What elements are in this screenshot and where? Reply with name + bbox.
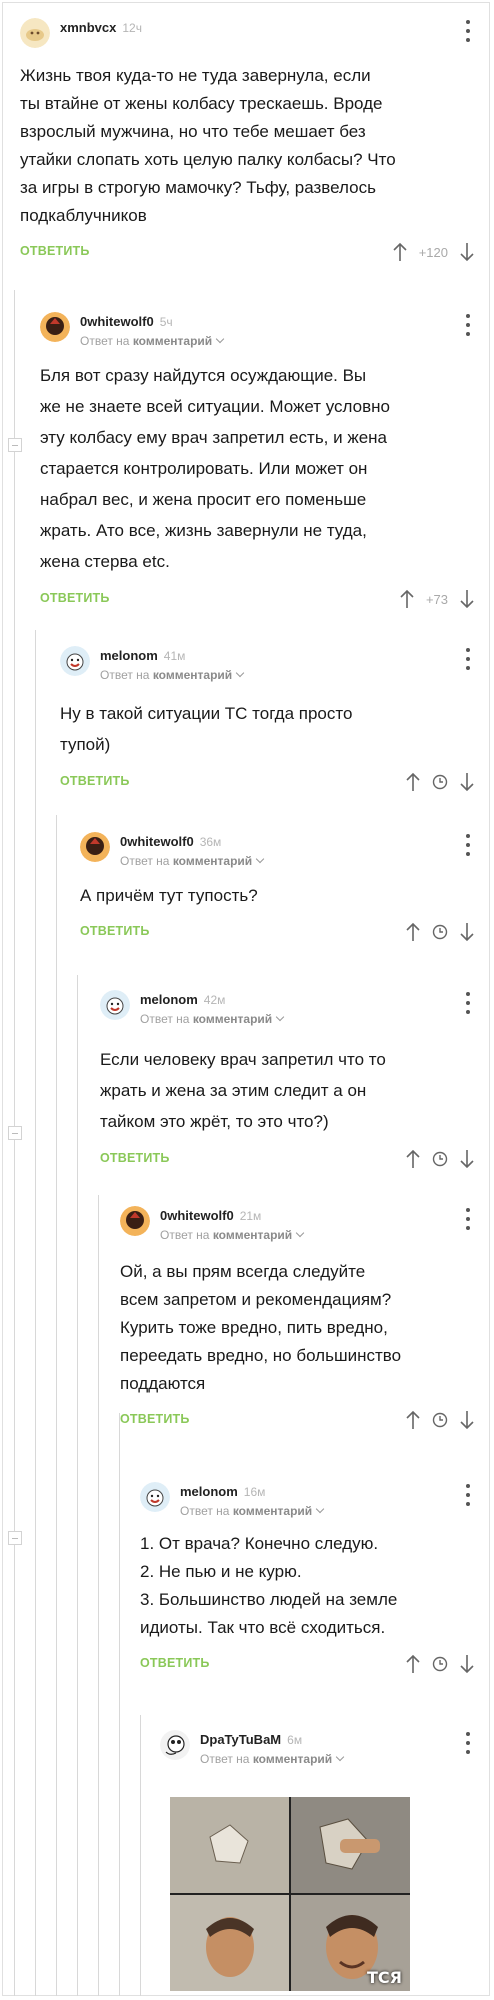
reply-to[interactable]: Ответ на комментарий <box>200 1752 345 1766</box>
comment-text: Жизнь твоя куда-то не туда завернула, ес… <box>20 66 396 225</box>
username[interactable]: melonom <box>140 992 198 1007</box>
timestamp[interactable]: 6м <box>287 1733 302 1747</box>
thread-line[interactable] <box>119 1413 120 1996</box>
reply-to[interactable]: Ответ на комментарий <box>120 854 265 868</box>
reply-button[interactable]: ОТВЕТИТЬ <box>100 1151 170 1165</box>
thread-line[interactable] <box>98 1195 99 1996</box>
more-icon[interactable] <box>462 834 474 856</box>
upvote-icon[interactable] <box>406 1410 420 1430</box>
comment-text: Ну в такой ситуации ТС тогда просто тупой… <box>60 704 353 754</box>
comment-text: Ой, а вы прям всегда следуйте всем запрет… <box>120 1262 402 1393</box>
clock-icon <box>432 1656 448 1672</box>
comment: melonom 41м Ответ на комментарий Ну в так… <box>60 646 474 796</box>
reply-to[interactable]: Ответ на комментарий <box>100 668 245 682</box>
reply-button[interactable]: ОТВЕТИТЬ <box>80 924 150 938</box>
rating: +120 <box>418 244 448 260</box>
reply-to[interactable]: Ответ на комментарий <box>180 1504 325 1518</box>
downvote-icon[interactable] <box>460 1149 474 1169</box>
more-icon[interactable] <box>462 20 474 42</box>
collapse-thread-button[interactable] <box>8 1531 22 1545</box>
more-icon[interactable] <box>462 314 474 336</box>
comment-text: Если человеку врач запретил что то жрать … <box>100 1050 386 1131</box>
thread-line[interactable] <box>35 630 36 1996</box>
reply-button[interactable]: ОТВЕТИТЬ <box>120 1412 190 1426</box>
meme-caption: ТСЯ <box>367 1968 402 1987</box>
reply-button[interactable]: ОТВЕТИТЬ <box>20 244 90 258</box>
reply-to[interactable]: Ответ на комментарий <box>160 1228 305 1242</box>
reply-button[interactable]: ОТВЕТИТЬ <box>60 774 130 788</box>
downvote-icon[interactable] <box>460 1654 474 1674</box>
upvote-icon[interactable] <box>400 589 414 609</box>
avatar[interactable] <box>160 1730 190 1760</box>
comment: melonom 16м Ответ на комментарий 1. От вр… <box>140 1482 474 1678</box>
username[interactable]: 0whitewolf0 <box>80 314 154 329</box>
thread-line[interactable] <box>140 1715 141 1996</box>
upvote-icon[interactable] <box>406 772 420 792</box>
more-icon[interactable] <box>462 648 474 670</box>
rating: +73 <box>425 591 448 607</box>
username[interactable]: melonom <box>100 648 158 663</box>
avatar[interactable] <box>80 832 110 862</box>
comment: melonom 42м Ответ на комментарий Если чел… <box>100 990 474 1173</box>
timestamp[interactable]: 12ч <box>122 21 142 35</box>
comment: DpaTyTuBaM 6м Ответ на комментарий <box>160 1730 474 1774</box>
username[interactable]: 0whitewolf0 <box>160 1208 234 1223</box>
avatar[interactable] <box>60 646 90 676</box>
timestamp[interactable]: 36м <box>200 835 222 849</box>
more-icon[interactable] <box>462 1208 474 1230</box>
comment-text: А причём тут тупость? <box>80 886 258 905</box>
upvote-icon[interactable] <box>406 922 420 942</box>
avatar[interactable] <box>140 1482 170 1512</box>
collapse-thread-button[interactable] <box>8 1126 22 1140</box>
avatar[interactable] <box>40 312 70 342</box>
username[interactable]: melonom <box>180 1484 238 1499</box>
comment: 0whitewolf0 36м Ответ на комментарий А пр… <box>80 832 474 946</box>
timestamp[interactable]: 42м <box>204 993 226 1007</box>
thread-line[interactable] <box>14 290 15 1996</box>
username[interactable]: 0whitewolf0 <box>120 834 194 849</box>
timestamp[interactable]: 21м <box>240 1209 262 1223</box>
more-icon[interactable] <box>462 1732 474 1754</box>
upvote-icon[interactable] <box>406 1149 420 1169</box>
downvote-icon[interactable] <box>460 772 474 792</box>
downvote-icon[interactable] <box>460 922 474 942</box>
timestamp[interactable]: 5ч <box>160 315 173 329</box>
avatar[interactable] <box>20 18 50 48</box>
upvote-icon[interactable] <box>406 1654 420 1674</box>
clock-icon <box>432 1151 448 1167</box>
more-icon[interactable] <box>462 1484 474 1506</box>
username[interactable]: xmnbvcx <box>60 20 116 35</box>
more-icon[interactable] <box>462 992 474 1014</box>
username[interactable]: DpaTyTuBaM <box>200 1732 281 1747</box>
clock-icon <box>432 1412 448 1428</box>
reply-to[interactable]: Ответ на комментарий <box>80 334 225 348</box>
meme-image[interactable]: ТСЯ <box>170 1797 410 1991</box>
comment-text: Бля вот сразу найдутся осуждающие. Вы же … <box>40 366 390 571</box>
clock-icon <box>432 774 448 790</box>
downvote-icon[interactable] <box>460 1410 474 1430</box>
avatar[interactable] <box>120 1206 150 1236</box>
reply-button[interactable]: ОТВЕТИТЬ <box>40 591 110 605</box>
reply-button[interactable]: ОТВЕТИТЬ <box>140 1656 210 1670</box>
downvote-icon[interactable] <box>460 242 474 262</box>
reply-to[interactable]: Ответ на комментарий <box>140 1012 285 1026</box>
clock-icon <box>432 924 448 940</box>
comment: 0whitewolf0 5ч Ответ на комментарий Бля в… <box>40 312 474 613</box>
comment: xmnbvcx 12ч Жизнь твоя куда-то не туда за… <box>20 18 474 266</box>
thread-line[interactable] <box>77 975 78 1996</box>
thread-line[interactable] <box>56 815 57 1996</box>
comment-text: 1. От врача? Конечно следую. 2. Не пью и … <box>140 1534 398 1637</box>
comment: 0whitewolf0 21м Ответ на комментарий Ой, … <box>120 1206 474 1434</box>
timestamp[interactable]: 41м <box>164 649 186 663</box>
collapse-thread-button[interactable] <box>8 438 22 452</box>
timestamp[interactable]: 16м <box>244 1485 266 1499</box>
avatar[interactable] <box>100 990 130 1020</box>
downvote-icon[interactable] <box>460 589 474 609</box>
upvote-icon[interactable] <box>393 242 407 262</box>
